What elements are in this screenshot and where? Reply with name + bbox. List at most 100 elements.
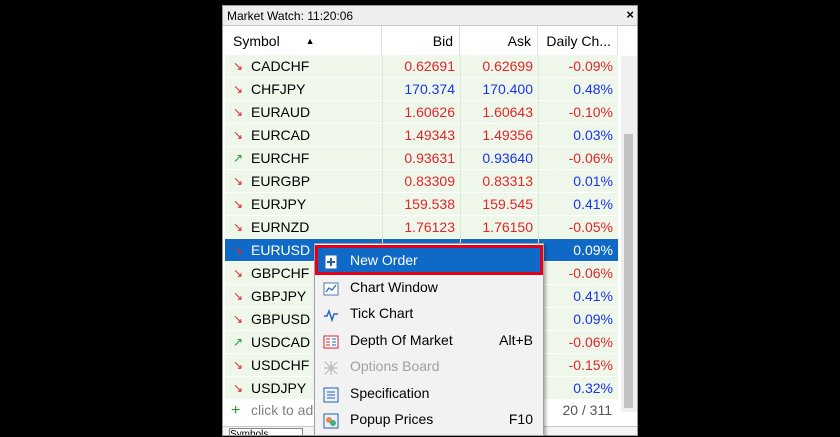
- table-row[interactable]: ↘ CHFJPY 170.374 170.400 0.48%: [225, 78, 618, 101]
- chart-window-icon: [323, 279, 339, 295]
- ask-cell: 0.93640: [460, 147, 533, 170]
- bid-cell: 0.93631: [382, 147, 455, 170]
- table-row[interactable]: ↘ EURNZD 1.76123 1.76150 -0.05%: [225, 216, 618, 239]
- ask-cell: 159.545: [460, 193, 533, 216]
- daily-change-cell: 0.41%: [538, 193, 613, 216]
- popup-prices-icon: [323, 411, 339, 429]
- ask-cell: 1.60643: [460, 101, 533, 124]
- trend-down-icon: ↘: [232, 266, 244, 280]
- symbol-cell: EURNZD: [251, 219, 310, 235]
- ask-cell: 0.62699: [460, 55, 533, 78]
- daily-change-cell: 0.03%: [538, 124, 613, 147]
- symbol-header-label: Symbol: [233, 33, 280, 49]
- trend-up-icon: ↗: [232, 335, 244, 349]
- menu-item-label: Options Board: [350, 358, 440, 374]
- symbol-cell: EURCAD: [251, 127, 311, 143]
- add-symbol-placeholder: click to ad: [251, 402, 314, 418]
- ask-cell: 0.83313: [460, 170, 533, 193]
- ask-cell: 1.76150: [460, 216, 533, 239]
- menu-item-label: Chart Window: [350, 278, 438, 295]
- daily-change-cell: -0.09%: [538, 55, 613, 78]
- menu-item-specification[interactable]: Specification: [317, 380, 541, 406]
- trend-down-icon: ↘: [232, 381, 244, 395]
- tick-chart-icon: [323, 305, 339, 323]
- menu-item-tick-chart[interactable]: Tick Chart: [317, 300, 541, 326]
- ask-column-header[interactable]: Ask: [460, 26, 538, 56]
- bid-cell: 1.49343: [382, 124, 455, 147]
- menu-item-options-board: Options Board: [317, 353, 541, 379]
- column-header: Symbol ▲ Bid Ask Daily Ch...: [225, 26, 618, 57]
- trend-down-icon: ↘: [232, 197, 244, 211]
- options-board-icon: [323, 358, 339, 375]
- menu-item-popup-prices[interactable]: Popup Prices F10: [317, 406, 541, 432]
- specification-icon: [323, 385, 339, 402]
- trend-down-icon: ↘: [232, 105, 244, 119]
- symbol-count: 20 / 311: [562, 402, 612, 418]
- bid-cell: 0.83309: [382, 170, 455, 193]
- daily-change-cell: -0.06%: [538, 147, 613, 170]
- symbol-cell: EURAUD: [251, 104, 311, 120]
- daily-change-cell: 0.32%: [538, 377, 613, 400]
- daily-change-cell: 0.09%: [538, 308, 613, 331]
- table-row[interactable]: ↘ CADCHF 0.62691 0.62699 -0.09%: [225, 55, 618, 78]
- daily-change-cell: 0.41%: [538, 285, 613, 308]
- depth-of-market-icon: [323, 332, 339, 348]
- menu-item-chart-window[interactable]: Chart Window: [317, 274, 541, 300]
- bid-column-header[interactable]: Bid: [382, 26, 460, 56]
- new-order-icon: [323, 252, 339, 270]
- daily-change-column-header[interactable]: Daily Ch...: [538, 26, 618, 56]
- trend-down-icon: ↘: [232, 243, 244, 257]
- trend-down-icon: ↘: [232, 82, 244, 96]
- bid-cell: 159.538: [382, 193, 455, 216]
- trend-down-icon: ↘: [232, 358, 244, 372]
- trend-down-icon: ↘: [232, 312, 244, 326]
- trend-down-icon: ↘: [232, 128, 244, 142]
- menu-item-label: Depth Of Market: [350, 331, 453, 348]
- bid-cell: 1.76123: [382, 216, 455, 239]
- trend-down-icon: ↘: [232, 174, 244, 188]
- scrollbar-thumb[interactable]: [624, 134, 633, 408]
- symbol-cell: CADCHF: [251, 58, 310, 74]
- ask-cell: 170.400: [460, 78, 533, 101]
- plus-icon: +: [231, 402, 241, 419]
- table-row[interactable]: ↘ EURGBP 0.83309 0.83313 0.01%: [225, 170, 618, 193]
- ask-cell: 1.49356: [460, 124, 533, 147]
- menu-item-label: Specification: [350, 384, 430, 401]
- symbol-cell: EURJPY: [251, 196, 307, 212]
- title-bar: Market Watch: 11:20:06 ×: [223, 6, 637, 26]
- menu-item-label: Popup Prices: [350, 411, 434, 427]
- daily-change-cell: -0.06%: [538, 262, 613, 285]
- trend-down-icon: ↘: [232, 220, 244, 234]
- trend-down-icon: ↘: [232, 289, 244, 303]
- tab-symbols[interactable]: Symbols: [229, 428, 303, 435]
- symbol-column-header[interactable]: Symbol ▲: [225, 26, 382, 56]
- bid-cell: 1.60626: [382, 101, 455, 124]
- menu-item-shortcut: Alt+B: [499, 331, 533, 348]
- daily-change-cell: -0.06%: [538, 331, 613, 354]
- context-menu: New Order Chart Window Tick Chart Depth Of …: [314, 243, 544, 436]
- bid-cell: 0.62691: [382, 55, 455, 78]
- symbol-cell: CHFJPY: [251, 81, 306, 97]
- daily-change-cell: 0.48%: [538, 78, 613, 101]
- table-row[interactable]: ↘ EURCAD 1.49343 1.49356 0.03%: [225, 124, 618, 147]
- trend-up-icon: ↗: [232, 151, 244, 165]
- daily-change-cell: -0.10%: [538, 101, 613, 124]
- daily-change-cell: 0.01%: [538, 170, 613, 193]
- menu-item-label: New Order: [350, 252, 418, 268]
- daily-change-cell: 0.09%: [538, 239, 613, 262]
- menu-item-new-order[interactable]: New Order: [315, 245, 543, 275]
- symbol-cell: EURGBP: [251, 173, 311, 189]
- vertical-scrollbar[interactable]: [621, 56, 637, 412]
- bid-cell: 170.374: [382, 78, 455, 101]
- menu-item-label: Tick Chart: [350, 305, 414, 321]
- symbol-cell: EURCHF: [251, 150, 310, 166]
- table-row[interactable]: ↗ EURCHF 0.93631 0.93640 -0.06%: [225, 147, 618, 170]
- menu-item-depth-of-market[interactable]: Depth Of Market Alt+B: [317, 327, 541, 353]
- table-row[interactable]: ↘ EURAUD 1.60626 1.60643 -0.10%: [225, 101, 618, 124]
- sort-ascending-icon: ▲: [305, 36, 315, 46]
- table-row[interactable]: ↘ EURJPY 159.538 159.545 0.41%: [225, 193, 618, 216]
- daily-change-cell: -0.15%: [538, 354, 613, 377]
- trend-down-icon: ↘: [232, 59, 244, 73]
- close-icon[interactable]: ×: [626, 7, 634, 22]
- window-title: Market Watch: 11:20:06: [227, 9, 354, 23]
